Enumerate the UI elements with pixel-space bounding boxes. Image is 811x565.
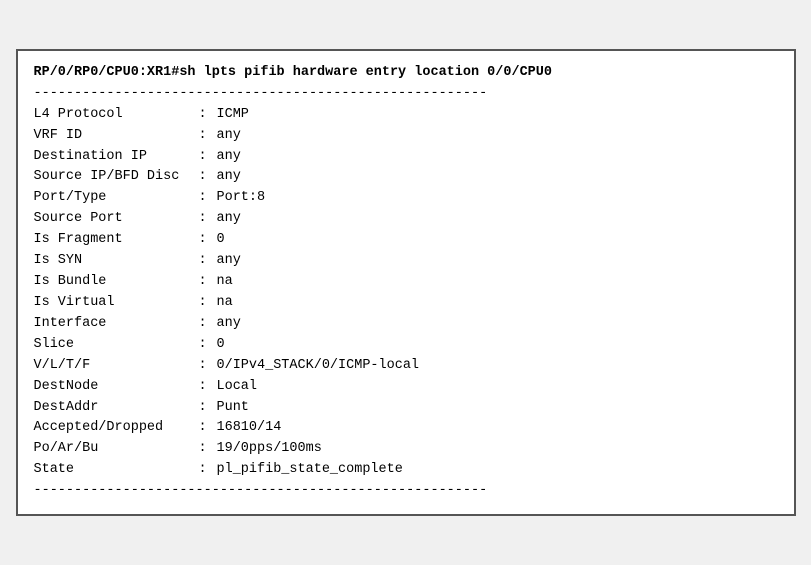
command-line: RP/0/RP0/CPU0:XR1#sh lpts pifib hardware… [34,63,778,84]
row-label: Is SYN [34,251,199,272]
row-value: any [217,314,778,335]
row-value: any [217,209,778,230]
row-label: Is Bundle [34,272,199,293]
row-value: na [217,293,778,314]
row-colon: : [199,418,217,439]
table-row: Accepted/Dropped : 16810/14 [34,418,778,439]
table-row: Port/Type : Port:8 [34,188,778,209]
row-value: na [217,272,778,293]
row-label: V/L/T/F [34,356,199,377]
row-value: any [217,251,778,272]
row-colon: : [199,188,217,209]
table-row: Is Virtual : na [34,293,778,314]
top-divider: ----------------------------------------… [34,84,778,105]
row-colon: : [199,105,217,126]
table-row: Destination IP : any [34,147,778,168]
row-colon: : [199,398,217,419]
row-value: 0 [217,335,778,356]
row-label: Po/Ar/Bu [34,439,199,460]
row-value: any [217,126,778,147]
table-row: L4 Protocol : ICMP [34,105,778,126]
row-colon: : [199,167,217,188]
row-value: Local [217,377,778,398]
row-colon: : [199,377,217,398]
table-row: VRF ID : any [34,126,778,147]
row-colon: : [199,209,217,230]
bottom-divider: ----------------------------------------… [34,481,778,502]
row-label: L4 Protocol [34,105,199,126]
row-label: Source IP/BFD Disc [34,167,199,188]
row-label: Accepted/Dropped [34,418,199,439]
row-label: VRF ID [34,126,199,147]
table-row: Interface : any [34,314,778,335]
table-row: DestNode : Local [34,377,778,398]
row-colon: : [199,147,217,168]
row-value: Port:8 [217,188,778,209]
row-colon: : [199,356,217,377]
row-label: DestAddr [34,398,199,419]
row-label: Is Virtual [34,293,199,314]
terminal-output: RP/0/RP0/CPU0:XR1#sh lpts pifib hardware… [16,49,796,516]
table-row: Source IP/BFD Disc : any [34,167,778,188]
row-label: Slice [34,335,199,356]
row-value: ICMP [217,105,778,126]
row-colon: : [199,251,217,272]
row-value: pl_pifib_state_complete [217,460,778,481]
row-label: Interface [34,314,199,335]
table-row: Is SYN : any [34,251,778,272]
row-colon: : [199,335,217,356]
entry-rows: L4 Protocol : ICMPVRF ID : anyDestinatio… [34,105,778,482]
table-row: Slice : 0 [34,335,778,356]
table-row: Source Port : any [34,209,778,230]
row-colon: : [199,439,217,460]
row-label: Source Port [34,209,199,230]
table-row: V/L/T/F : 0/IPv4_STACK/0/ICMP-local [34,356,778,377]
table-row: Po/Ar/Bu : 19/0pps/100ms [34,439,778,460]
row-colon: : [199,230,217,251]
table-row: Is Fragment : 0 [34,230,778,251]
row-value: 16810/14 [217,418,778,439]
row-value: any [217,167,778,188]
row-value: any [217,147,778,168]
row-value: 0/IPv4_STACK/0/ICMP-local [217,356,778,377]
row-label: State [34,460,199,481]
row-label: Port/Type [34,188,199,209]
row-colon: : [199,126,217,147]
table-row: State : pl_pifib_state_complete [34,460,778,481]
row-colon: : [199,293,217,314]
row-colon: : [199,460,217,481]
table-row: Is Bundle : na [34,272,778,293]
row-colon: : [199,272,217,293]
row-value: Punt [217,398,778,419]
row-value: 19/0pps/100ms [217,439,778,460]
row-colon: : [199,314,217,335]
row-value: 0 [217,230,778,251]
row-label: DestNode [34,377,199,398]
row-label: Destination IP [34,147,199,168]
table-row: DestAddr : Punt [34,398,778,419]
row-label: Is Fragment [34,230,199,251]
